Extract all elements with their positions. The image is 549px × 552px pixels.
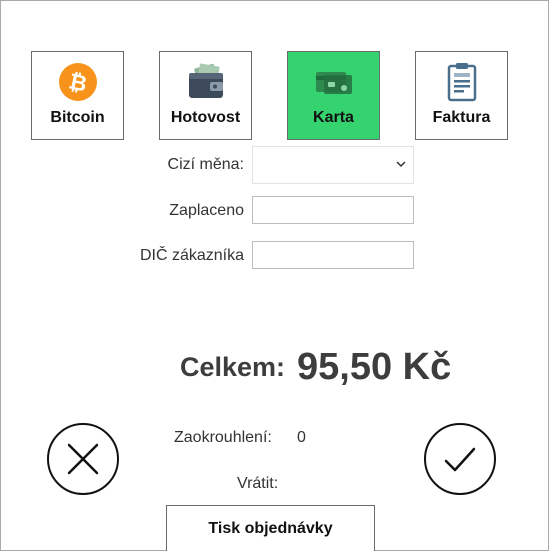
- close-icon: [67, 443, 99, 475]
- currency-select[interactable]: [252, 146, 414, 184]
- payment-method-cash[interactable]: Hotovost: [159, 51, 252, 140]
- total-label: Celkem:: [180, 352, 286, 382]
- payment-method-label: Bitcoin: [50, 109, 105, 126]
- chevron-down-icon: [396, 161, 406, 168]
- rounding-value: 0: [297, 429, 306, 446]
- payment-method-card[interactable]: Karta: [287, 51, 380, 140]
- wallet-icon: [188, 63, 223, 98]
- paid-input[interactable]: [252, 196, 414, 224]
- payment-method-label: Hotovost: [170, 109, 241, 126]
- total-value: 95,50 Kč: [297, 346, 452, 388]
- currency-label: Cizí měna:: [167, 156, 244, 173]
- payment-method-label: Faktura: [432, 109, 491, 126]
- bitcoin-icon: ₿: [58, 63, 97, 101]
- print-order-button[interactable]: Tisk objednávky: [166, 505, 375, 551]
- credit-card-icon: [315, 72, 352, 94]
- invoice-clipboard-icon: [447, 63, 476, 102]
- payment-method-invoice[interactable]: Faktura: [415, 51, 508, 140]
- tax-id-input[interactable]: [252, 241, 414, 269]
- tax-id-label: DIČ zákazníka: [139, 247, 244, 264]
- payment-method-label: Karta: [313, 109, 354, 126]
- confirm-button[interactable]: [424, 423, 496, 495]
- change-label: Vrátit:: [237, 475, 279, 492]
- rounding-label: Zaokrouhlení:: [174, 429, 272, 446]
- paid-label: Zaplaceno: [169, 202, 244, 219]
- cancel-button[interactable]: [47, 423, 119, 495]
- payment-method-bitcoin[interactable]: ₿ Bitcoin: [31, 51, 124, 140]
- checkmark-icon: [444, 447, 476, 472]
